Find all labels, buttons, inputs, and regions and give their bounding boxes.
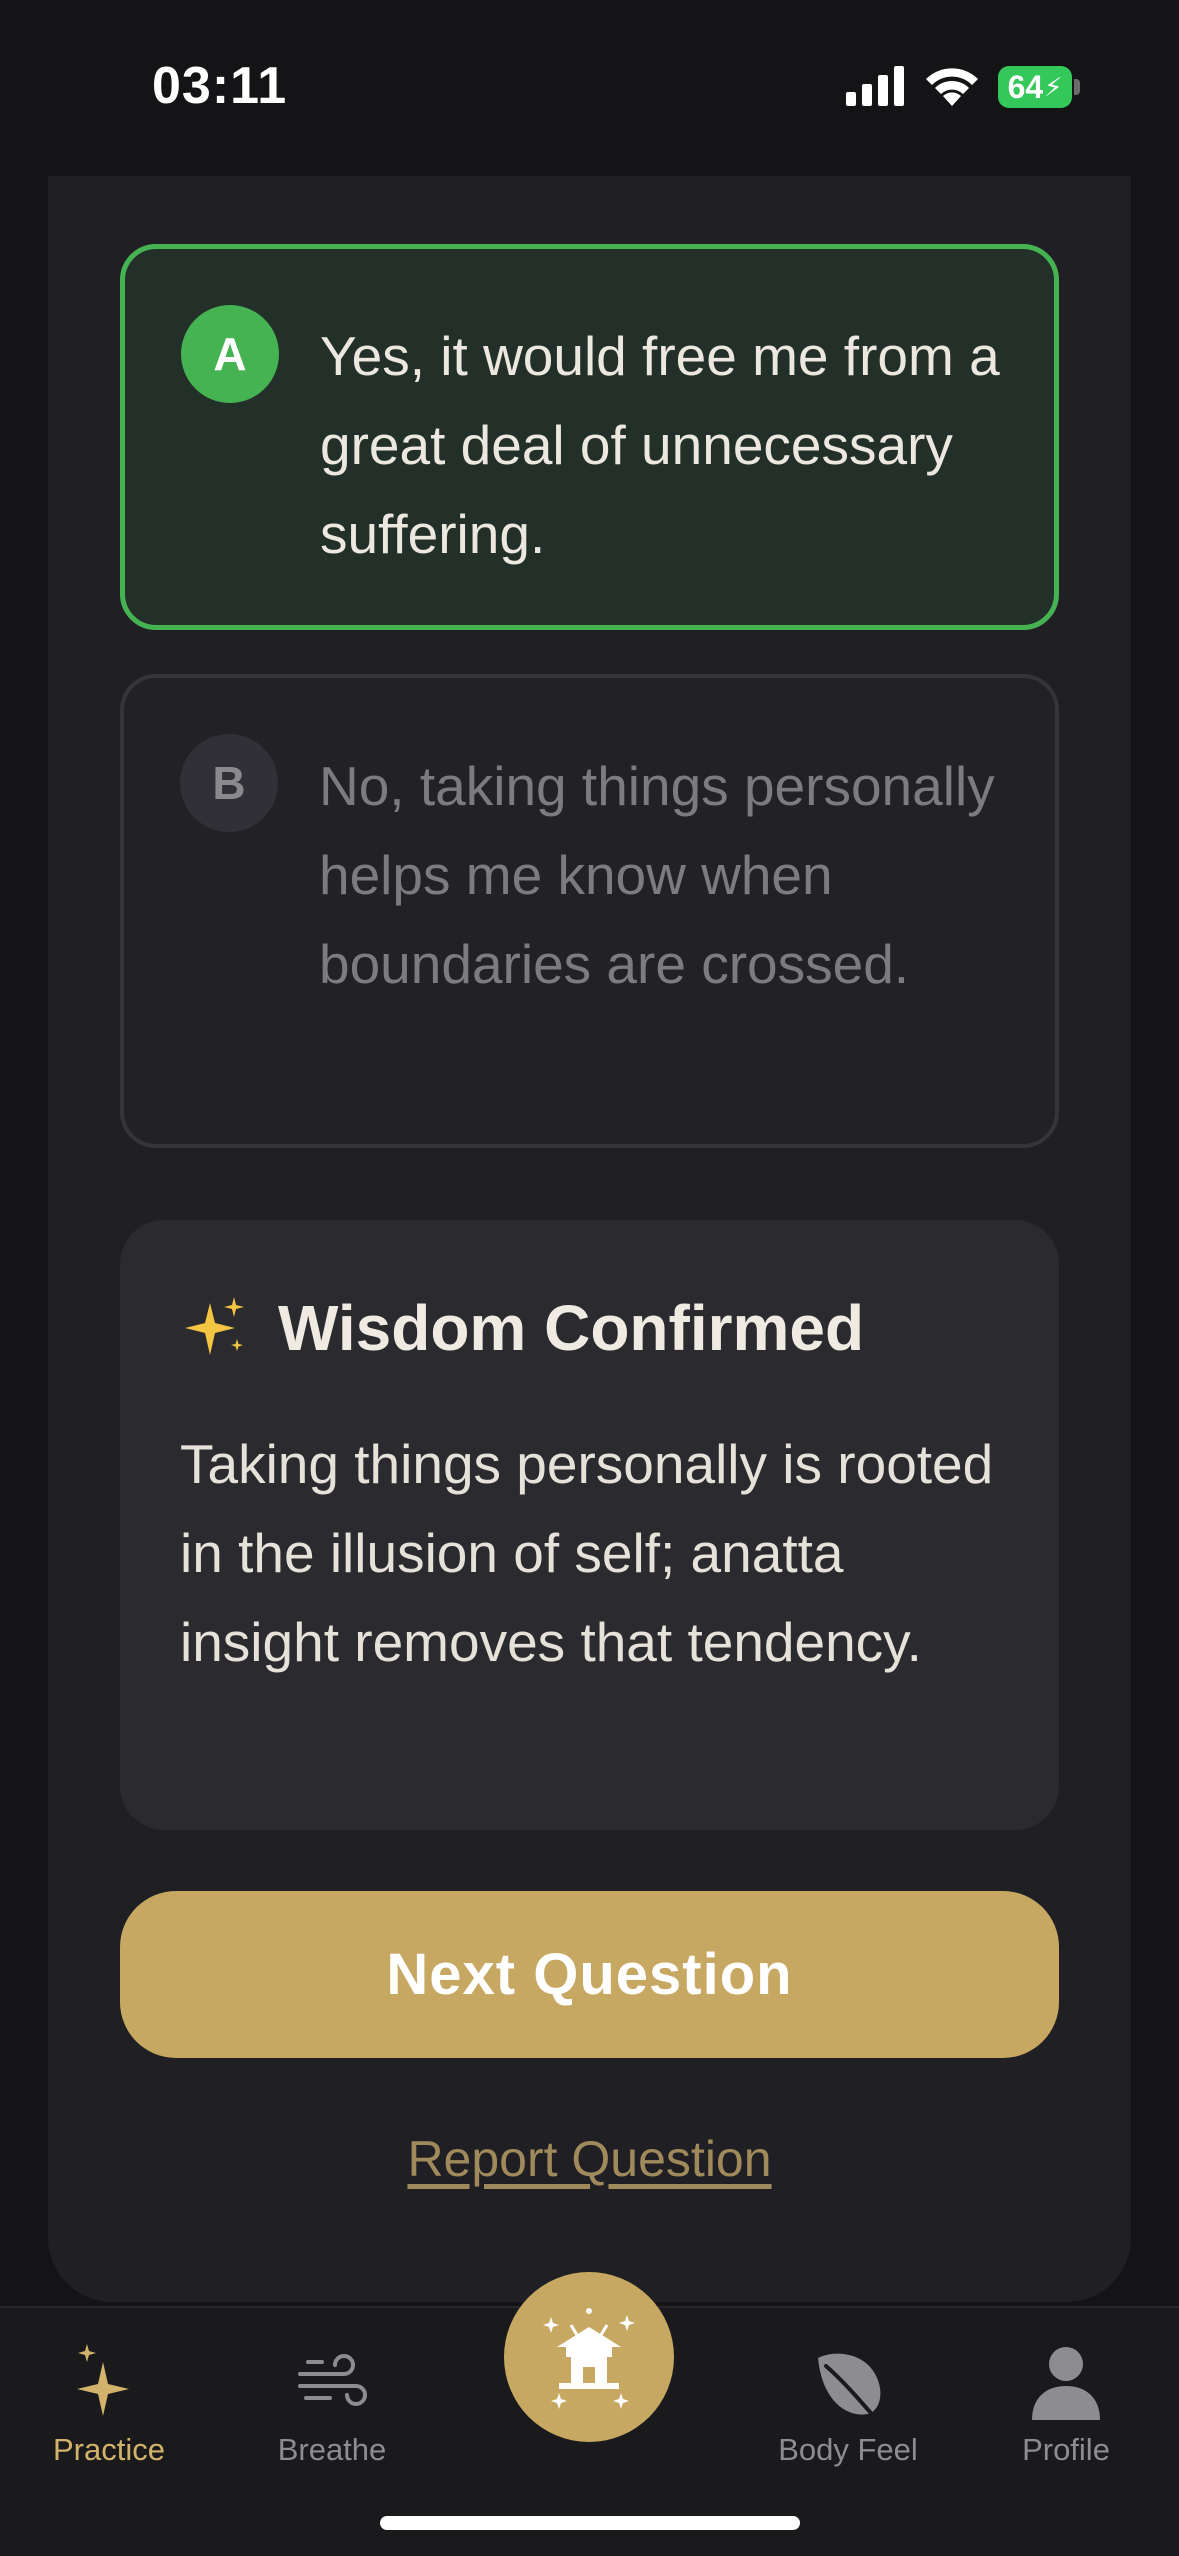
option-text: No, taking things personally helps me kn…	[319, 755, 995, 995]
feedback-card: Wisdom Confirmed Taking things personall…	[120, 1220, 1059, 1830]
sparkle-icon	[77, 2344, 129, 2416]
tab-profile[interactable]: Profile	[966, 2330, 1166, 2480]
next-question-button[interactable]: Next Question	[120, 1891, 1059, 2058]
battery-level: 64	[1007, 68, 1044, 105]
home-indicator[interactable]	[380, 2516, 800, 2530]
feedback-explanation: Taking things personally is rooted in th…	[180, 1433, 994, 1673]
tab-breathe[interactable]: Breathe	[232, 2330, 432, 2480]
option-letter-badge: A	[181, 305, 279, 403]
quiz-screen: 03:11 64 ⚡ A Yes, it would free me from a…	[0, 0, 1179, 2556]
wifi-icon	[926, 68, 978, 106]
status-bar: 03:11 64 ⚡	[0, 0, 1179, 176]
battery-icon: 64 ⚡	[998, 66, 1080, 108]
wind-icon	[298, 2354, 367, 2406]
tab-body-feel[interactable]: Body Feel	[748, 2330, 948, 2480]
person-icon	[1032, 2347, 1100, 2420]
sparkles-icon	[185, 1297, 244, 1355]
cellular-signal-icon	[846, 66, 904, 106]
option-text: Yes, it would free me from a great deal …	[320, 325, 1000, 565]
answer-option-b[interactable]: B No, taking things personally helps me …	[120, 674, 1059, 1148]
tab-practice[interactable]: Practice	[9, 2330, 209, 2480]
tab-label: Breathe	[277, 2432, 387, 2467]
status-time: 03:11	[152, 57, 288, 115]
tab-label: Practice	[53, 2432, 165, 2467]
feedback-title: Wisdom Confirmed	[278, 1292, 865, 1364]
answer-option-a[interactable]: A Yes, it would free me from a great dea…	[120, 244, 1059, 630]
tab-label: Profile	[1022, 2432, 1110, 2467]
center-meditate-button[interactable]	[504, 2272, 674, 2442]
report-question-link[interactable]: Report Question	[0, 2130, 1179, 2188]
tab-label: Body Feel	[778, 2432, 918, 2467]
feedback-header: Wisdom Confirmed	[180, 1288, 864, 1368]
temple-icon	[543, 2308, 635, 2409]
leaf-icon	[818, 2353, 881, 2415]
option-letter-badge: B	[180, 734, 278, 832]
